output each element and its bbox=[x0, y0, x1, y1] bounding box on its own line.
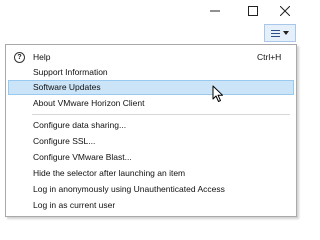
menu-item-about[interactable]: About VMware Horizon Client bbox=[8, 96, 294, 111]
menu-item-label: Help bbox=[33, 52, 51, 62]
menu-item-label: Log in anonymously using Unauthenticated… bbox=[33, 184, 225, 194]
dropdown-menu: ? Help Ctrl+H Support Information Softwa… bbox=[5, 44, 297, 217]
menu-item-configure-data-sharing[interactable]: Configure data sharing... bbox=[8, 118, 294, 133]
menu-item-shortcut: Ctrl+H bbox=[257, 52, 282, 62]
close-icon bbox=[280, 6, 290, 16]
minimize-button[interactable] bbox=[195, 0, 235, 22]
chevron-down-icon bbox=[283, 31, 289, 35]
menu-item-label: Configure data sharing... bbox=[33, 120, 127, 130]
menu-item-label: Configure VMware Blast... bbox=[33, 152, 132, 162]
menu-item-label: Software Updates bbox=[33, 82, 101, 92]
maximize-icon bbox=[248, 6, 258, 16]
menu-item-software-updates[interactable]: Software Updates bbox=[8, 80, 294, 95]
menu-item-label: Configure SSL... bbox=[33, 136, 96, 146]
menu-item-label: About VMware Horizon Client bbox=[33, 98, 145, 108]
menu-item-configure-ssl[interactable]: Configure SSL... bbox=[8, 134, 294, 149]
close-button[interactable] bbox=[265, 0, 305, 22]
menu-separator bbox=[32, 114, 290, 115]
minimize-icon bbox=[210, 10, 220, 12]
hamburger-menu-icon bbox=[271, 29, 280, 37]
menu-item-log-in-current-user[interactable]: Log in as current user bbox=[8, 198, 294, 213]
menu-item-log-in-anonymously[interactable]: Log in anonymously using Unauthenticated… bbox=[8, 182, 294, 197]
window-title-bar bbox=[0, 0, 300, 22]
menu-item-label: Support Information bbox=[33, 67, 108, 77]
menu-item-hide-selector[interactable]: Hide the selector after launching an ite… bbox=[8, 166, 294, 181]
menu-item-label: Log in as current user bbox=[33, 200, 116, 210]
menu-item-support-information[interactable]: Support Information bbox=[8, 65, 294, 80]
help-icon: ? bbox=[14, 52, 25, 63]
menu-item-label: Hide the selector after launching an ite… bbox=[33, 168, 186, 178]
mouse-cursor-icon bbox=[212, 85, 223, 102]
menu-button[interactable] bbox=[264, 24, 296, 42]
menu-item-configure-blast[interactable]: Configure VMware Blast... bbox=[8, 150, 294, 165]
menu-item-help[interactable]: ? Help Ctrl+H bbox=[8, 50, 294, 65]
